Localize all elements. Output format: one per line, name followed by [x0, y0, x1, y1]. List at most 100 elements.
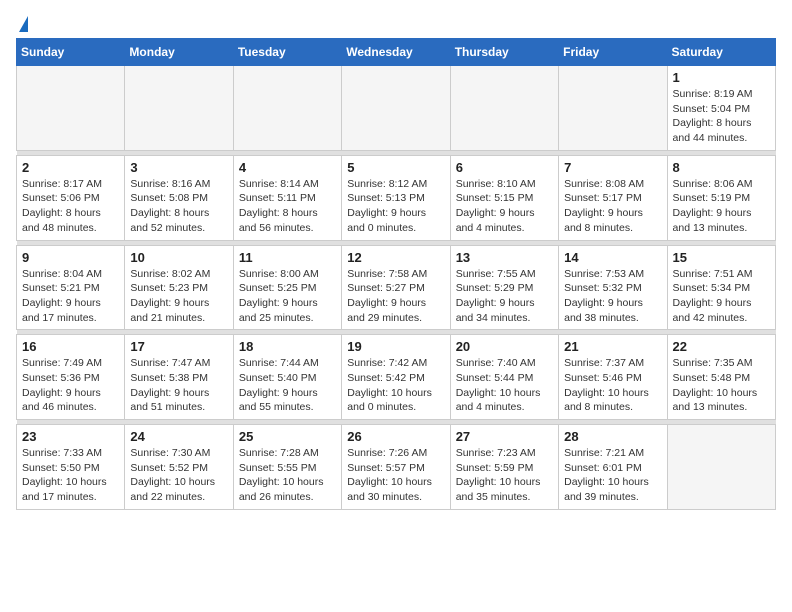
day-info: Sunrise: 7:55 AM Sunset: 5:29 PM Dayligh… — [456, 267, 553, 326]
day-number: 8 — [673, 160, 770, 175]
calendar-cell: 10 Sunrise: 8:02 AM Sunset: 5:23 PM Dayli… — [125, 245, 233, 330]
day-number: 7 — [564, 160, 661, 175]
day-info: Sunrise: 7:21 AM Sunset: 6:01 PM Dayligh… — [564, 446, 661, 505]
day-info: Sunrise: 7:26 AM Sunset: 5:57 PM Dayligh… — [347, 446, 444, 505]
day-number: 6 — [456, 160, 553, 175]
day-info: Sunrise: 8:06 AM Sunset: 5:19 PM Dayligh… — [673, 177, 770, 236]
day-number: 11 — [239, 250, 336, 265]
day-info: Sunrise: 7:28 AM Sunset: 5:55 PM Dayligh… — [239, 446, 336, 505]
day-info: Sunrise: 8:12 AM Sunset: 5:13 PM Dayligh… — [347, 177, 444, 236]
day-number: 10 — [130, 250, 227, 265]
calendar-cell — [233, 66, 341, 151]
calendar-cell: 8 Sunrise: 8:06 AM Sunset: 5:19 PM Daylig… — [667, 155, 775, 240]
day-info: Sunrise: 7:53 AM Sunset: 5:32 PM Dayligh… — [564, 267, 661, 326]
day-number: 2 — [22, 160, 119, 175]
calendar-week-row: 1 Sunrise: 8:19 AM Sunset: 5:04 PM Daylig… — [17, 66, 776, 151]
day-number: 18 — [239, 339, 336, 354]
day-number: 19 — [347, 339, 444, 354]
day-number: 21 — [564, 339, 661, 354]
calendar-cell: 16 Sunrise: 7:49 AM Sunset: 5:36 PM Dayli… — [17, 335, 125, 420]
day-info: Sunrise: 8:00 AM Sunset: 5:25 PM Dayligh… — [239, 267, 336, 326]
calendar-cell: 28 Sunrise: 7:21 AM Sunset: 6:01 PM Dayli… — [559, 425, 667, 510]
day-info: Sunrise: 7:58 AM Sunset: 5:27 PM Dayligh… — [347, 267, 444, 326]
calendar-cell: 23 Sunrise: 7:33 AM Sunset: 5:50 PM Dayli… — [17, 425, 125, 510]
calendar-cell — [125, 66, 233, 151]
day-number: 16 — [22, 339, 119, 354]
day-number: 24 — [130, 429, 227, 444]
calendar-cell: 22 Sunrise: 7:35 AM Sunset: 5:48 PM Dayli… — [667, 335, 775, 420]
day-number: 4 — [239, 160, 336, 175]
day-number: 27 — [456, 429, 553, 444]
day-number: 26 — [347, 429, 444, 444]
day-info: Sunrise: 8:08 AM Sunset: 5:17 PM Dayligh… — [564, 177, 661, 236]
calendar-cell: 24 Sunrise: 7:30 AM Sunset: 5:52 PM Dayli… — [125, 425, 233, 510]
calendar-cell: 5 Sunrise: 8:12 AM Sunset: 5:13 PM Daylig… — [342, 155, 450, 240]
day-info: Sunrise: 7:49 AM Sunset: 5:36 PM Dayligh… — [22, 356, 119, 415]
calendar-cell: 26 Sunrise: 7:26 AM Sunset: 5:57 PM Dayli… — [342, 425, 450, 510]
weekday-header-tuesday: Tuesday — [233, 39, 341, 66]
calendar-week-row: 9Sunrise: 8:04 AM Sunset: 5:21 PM Daylig… — [17, 245, 776, 330]
day-info: Sunrise: 7:47 AM Sunset: 5:38 PM Dayligh… — [130, 356, 227, 415]
day-info: Sunrise: 7:44 AM Sunset: 5:40 PM Dayligh… — [239, 356, 336, 415]
calendar-cell: 4 Sunrise: 8:14 AM Sunset: 5:11 PM Daylig… — [233, 155, 341, 240]
day-number: 17 — [130, 339, 227, 354]
day-info: Sunrise: 7:35 AM Sunset: 5:48 PM Dayligh… — [673, 356, 770, 415]
calendar-cell: 6 Sunrise: 8:10 AM Sunset: 5:15 PM Daylig… — [450, 155, 558, 240]
day-info: Sunrise: 7:37 AM Sunset: 5:46 PM Dayligh… — [564, 356, 661, 415]
day-number: 5 — [347, 160, 444, 175]
day-number: 28 — [564, 429, 661, 444]
day-info: Sunrise: 8:10 AM Sunset: 5:15 PM Dayligh… — [456, 177, 553, 236]
day-info: Sunrise: 8:19 AM Sunset: 5:04 PM Dayligh… — [673, 87, 770, 146]
weekday-header-wednesday: Wednesday — [342, 39, 450, 66]
day-number: 15 — [673, 250, 770, 265]
calendar-cell: 9Sunrise: 8:04 AM Sunset: 5:21 PM Daylig… — [17, 245, 125, 330]
day-info: Sunrise: 7:51 AM Sunset: 5:34 PM Dayligh… — [673, 267, 770, 326]
calendar-cell: 7 Sunrise: 8:08 AM Sunset: 5:17 PM Daylig… — [559, 155, 667, 240]
day-info: Sunrise: 8:14 AM Sunset: 5:11 PM Dayligh… — [239, 177, 336, 236]
logo — [16, 16, 28, 30]
calendar-cell: 12 Sunrise: 7:58 AM Sunset: 5:27 PM Dayli… — [342, 245, 450, 330]
day-number: 3 — [130, 160, 227, 175]
day-info: Sunrise: 7:33 AM Sunset: 5:50 PM Dayligh… — [22, 446, 119, 505]
logo-triangle-icon — [19, 16, 28, 32]
day-info: Sunrise: 7:23 AM Sunset: 5:59 PM Dayligh… — [456, 446, 553, 505]
weekday-header-monday: Monday — [125, 39, 233, 66]
day-number: 23 — [22, 429, 119, 444]
day-info: Sunrise: 8:02 AM Sunset: 5:23 PM Dayligh… — [130, 267, 227, 326]
calendar-cell: 19 Sunrise: 7:42 AM Sunset: 5:42 PM Dayli… — [342, 335, 450, 420]
weekday-header-saturday: Saturday — [667, 39, 775, 66]
calendar-week-row: 2 Sunrise: 8:17 AM Sunset: 5:06 PM Daylig… — [17, 155, 776, 240]
day-info: Sunrise: 8:04 AM Sunset: 5:21 PM Dayligh… — [22, 267, 119, 326]
day-number: 1 — [673, 70, 770, 85]
day-number: 13 — [456, 250, 553, 265]
day-number: 22 — [673, 339, 770, 354]
calendar-cell: 14 Sunrise: 7:53 AM Sunset: 5:32 PM Dayli… — [559, 245, 667, 330]
calendar-cell: 25 Sunrise: 7:28 AM Sunset: 5:55 PM Dayli… — [233, 425, 341, 510]
calendar-cell: 1 Sunrise: 8:19 AM Sunset: 5:04 PM Daylig… — [667, 66, 775, 151]
calendar-cell: 11 Sunrise: 8:00 AM Sunset: 5:25 PM Dayli… — [233, 245, 341, 330]
calendar-cell: 15 Sunrise: 7:51 AM Sunset: 5:34 PM Dayli… — [667, 245, 775, 330]
calendar-week-row: 23 Sunrise: 7:33 AM Sunset: 5:50 PM Dayli… — [17, 425, 776, 510]
calendar-cell: 27 Sunrise: 7:23 AM Sunset: 5:59 PM Dayli… — [450, 425, 558, 510]
day-number: 25 — [239, 429, 336, 444]
day-number: 12 — [347, 250, 444, 265]
day-info: Sunrise: 8:16 AM Sunset: 5:08 PM Dayligh… — [130, 177, 227, 236]
calendar-table: SundayMondayTuesdayWednesdayThursdayFrid… — [16, 38, 776, 510]
calendar-cell — [559, 66, 667, 151]
calendar-cell: 20Sunrise: 7:40 AM Sunset: 5:44 PM Dayli… — [450, 335, 558, 420]
calendar-header-row: SundayMondayTuesdayWednesdayThursdayFrid… — [17, 39, 776, 66]
calendar-cell: 21 Sunrise: 7:37 AM Sunset: 5:46 PM Dayli… — [559, 335, 667, 420]
calendar-cell — [17, 66, 125, 151]
day-info: Sunrise: 8:17 AM Sunset: 5:06 PM Dayligh… — [22, 177, 119, 236]
day-info: Sunrise: 7:42 AM Sunset: 5:42 PM Dayligh… — [347, 356, 444, 415]
day-info: Sunrise: 7:30 AM Sunset: 5:52 PM Dayligh… — [130, 446, 227, 505]
page-header — [16, 16, 776, 30]
day-number: 14 — [564, 250, 661, 265]
calendar-cell: 13 Sunrise: 7:55 AM Sunset: 5:29 PM Dayli… — [450, 245, 558, 330]
calendar-cell — [450, 66, 558, 151]
calendar-week-row: 16 Sunrise: 7:49 AM Sunset: 5:36 PM Dayli… — [17, 335, 776, 420]
day-info: Sunrise: 7:40 AM Sunset: 5:44 PM Dayligh… — [456, 356, 553, 415]
calendar-cell — [342, 66, 450, 151]
calendar-cell — [667, 425, 775, 510]
weekday-header-sunday: Sunday — [17, 39, 125, 66]
